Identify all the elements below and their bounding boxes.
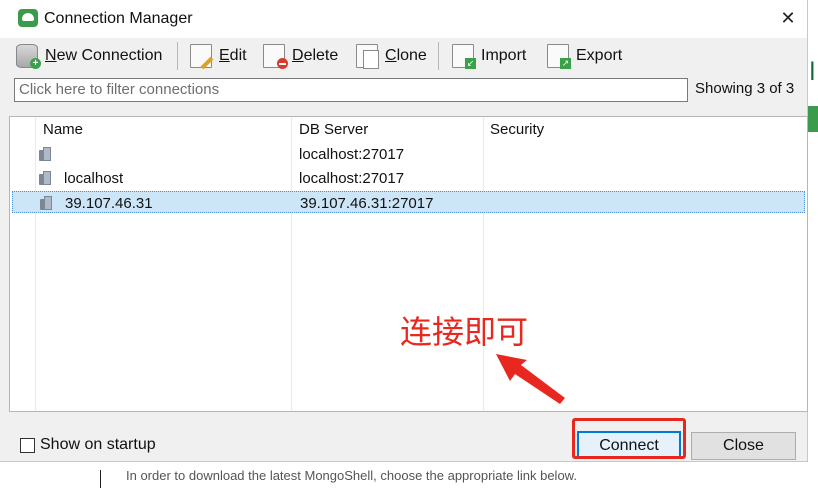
- connection-server: localhost:27017: [299, 170, 405, 187]
- delete-icon: [263, 44, 288, 69]
- new-connection-label: New Connection: [45, 47, 163, 64]
- title-bar[interactable]: Connection Manager ✕: [0, 0, 807, 38]
- server-icon: [40, 196, 52, 210]
- annotation-text: 连接即可: [400, 313, 529, 351]
- export-icon: ↗: [547, 44, 571, 69]
- connection-server: 39.107.46.31:27017: [300, 195, 434, 212]
- connections-list[interactable]: Name DB Server Security localhost:27017 …: [9, 116, 808, 412]
- connection-name: 39.107.46.31: [65, 195, 153, 212]
- background-green-bar: [808, 106, 818, 132]
- edit-label: Edit: [219, 47, 247, 64]
- column-header-name[interactable]: Name: [43, 121, 83, 138]
- show-on-startup-label: Show on startup: [40, 436, 156, 453]
- show-on-startup-checkbox[interactable]: Show on startup: [20, 436, 156, 454]
- export-label: Export: [576, 47, 623, 64]
- import-button[interactable]: ↙ Import: [452, 40, 526, 72]
- connection-row[interactable]: localhost:27017: [12, 143, 805, 165]
- clone-icon: [356, 44, 379, 69]
- edit-icon: [190, 44, 214, 70]
- connection-count: Showing 3 of 3: [695, 80, 795, 97]
- delete-button[interactable]: Delete: [263, 40, 338, 72]
- export-button[interactable]: ↗ Export: [547, 40, 622, 72]
- import-icon: ↙: [452, 44, 476, 69]
- connect-button[interactable]: Connect: [577, 431, 681, 459]
- server-icon: [39, 147, 51, 161]
- connection-name: localhost: [64, 170, 124, 187]
- window-title: Connection Manager: [44, 10, 193, 27]
- connection-row-selected[interactable]: 39.107.46.31 39.107.46.31:27017: [12, 191, 805, 213]
- new-connection-button[interactable]: + New Connection: [16, 40, 162, 72]
- toolbar-separator: [177, 42, 178, 70]
- app-logo-icon: [18, 9, 38, 27]
- connection-row[interactable]: localhost localhost:27017: [12, 167, 805, 189]
- connection-server: localhost:27017: [299, 146, 405, 163]
- toolbar: + New Connection Edit Delete Clone ↙ Imp…: [0, 38, 807, 74]
- background-divider: [100, 470, 101, 488]
- close-button[interactable]: Close: [691, 432, 796, 460]
- checkbox-box[interactable]: [20, 437, 35, 453]
- filter-connections-input[interactable]: Click here to filter connections: [14, 78, 688, 102]
- server-icon: [39, 171, 51, 185]
- clone-label: Clone: [385, 47, 427, 64]
- import-label: Import: [481, 47, 527, 64]
- column-header-db-server[interactable]: DB Server: [299, 121, 368, 138]
- background-text-fragment: l: [809, 58, 816, 86]
- toolbar-separator: [438, 42, 439, 70]
- connection-manager-dialog: Connection Manager ✕ + New Connection Ed…: [0, 0, 808, 462]
- delete-label: Delete: [292, 47, 339, 64]
- background-page-text: In order to download the latest MongoShe…: [126, 468, 577, 483]
- database-add-icon: +: [16, 44, 41, 69]
- clone-button[interactable]: Clone: [356, 40, 427, 72]
- window-close-button[interactable]: ✕: [776, 6, 800, 30]
- column-header-security[interactable]: Security: [490, 121, 544, 138]
- edit-button[interactable]: Edit: [190, 40, 247, 72]
